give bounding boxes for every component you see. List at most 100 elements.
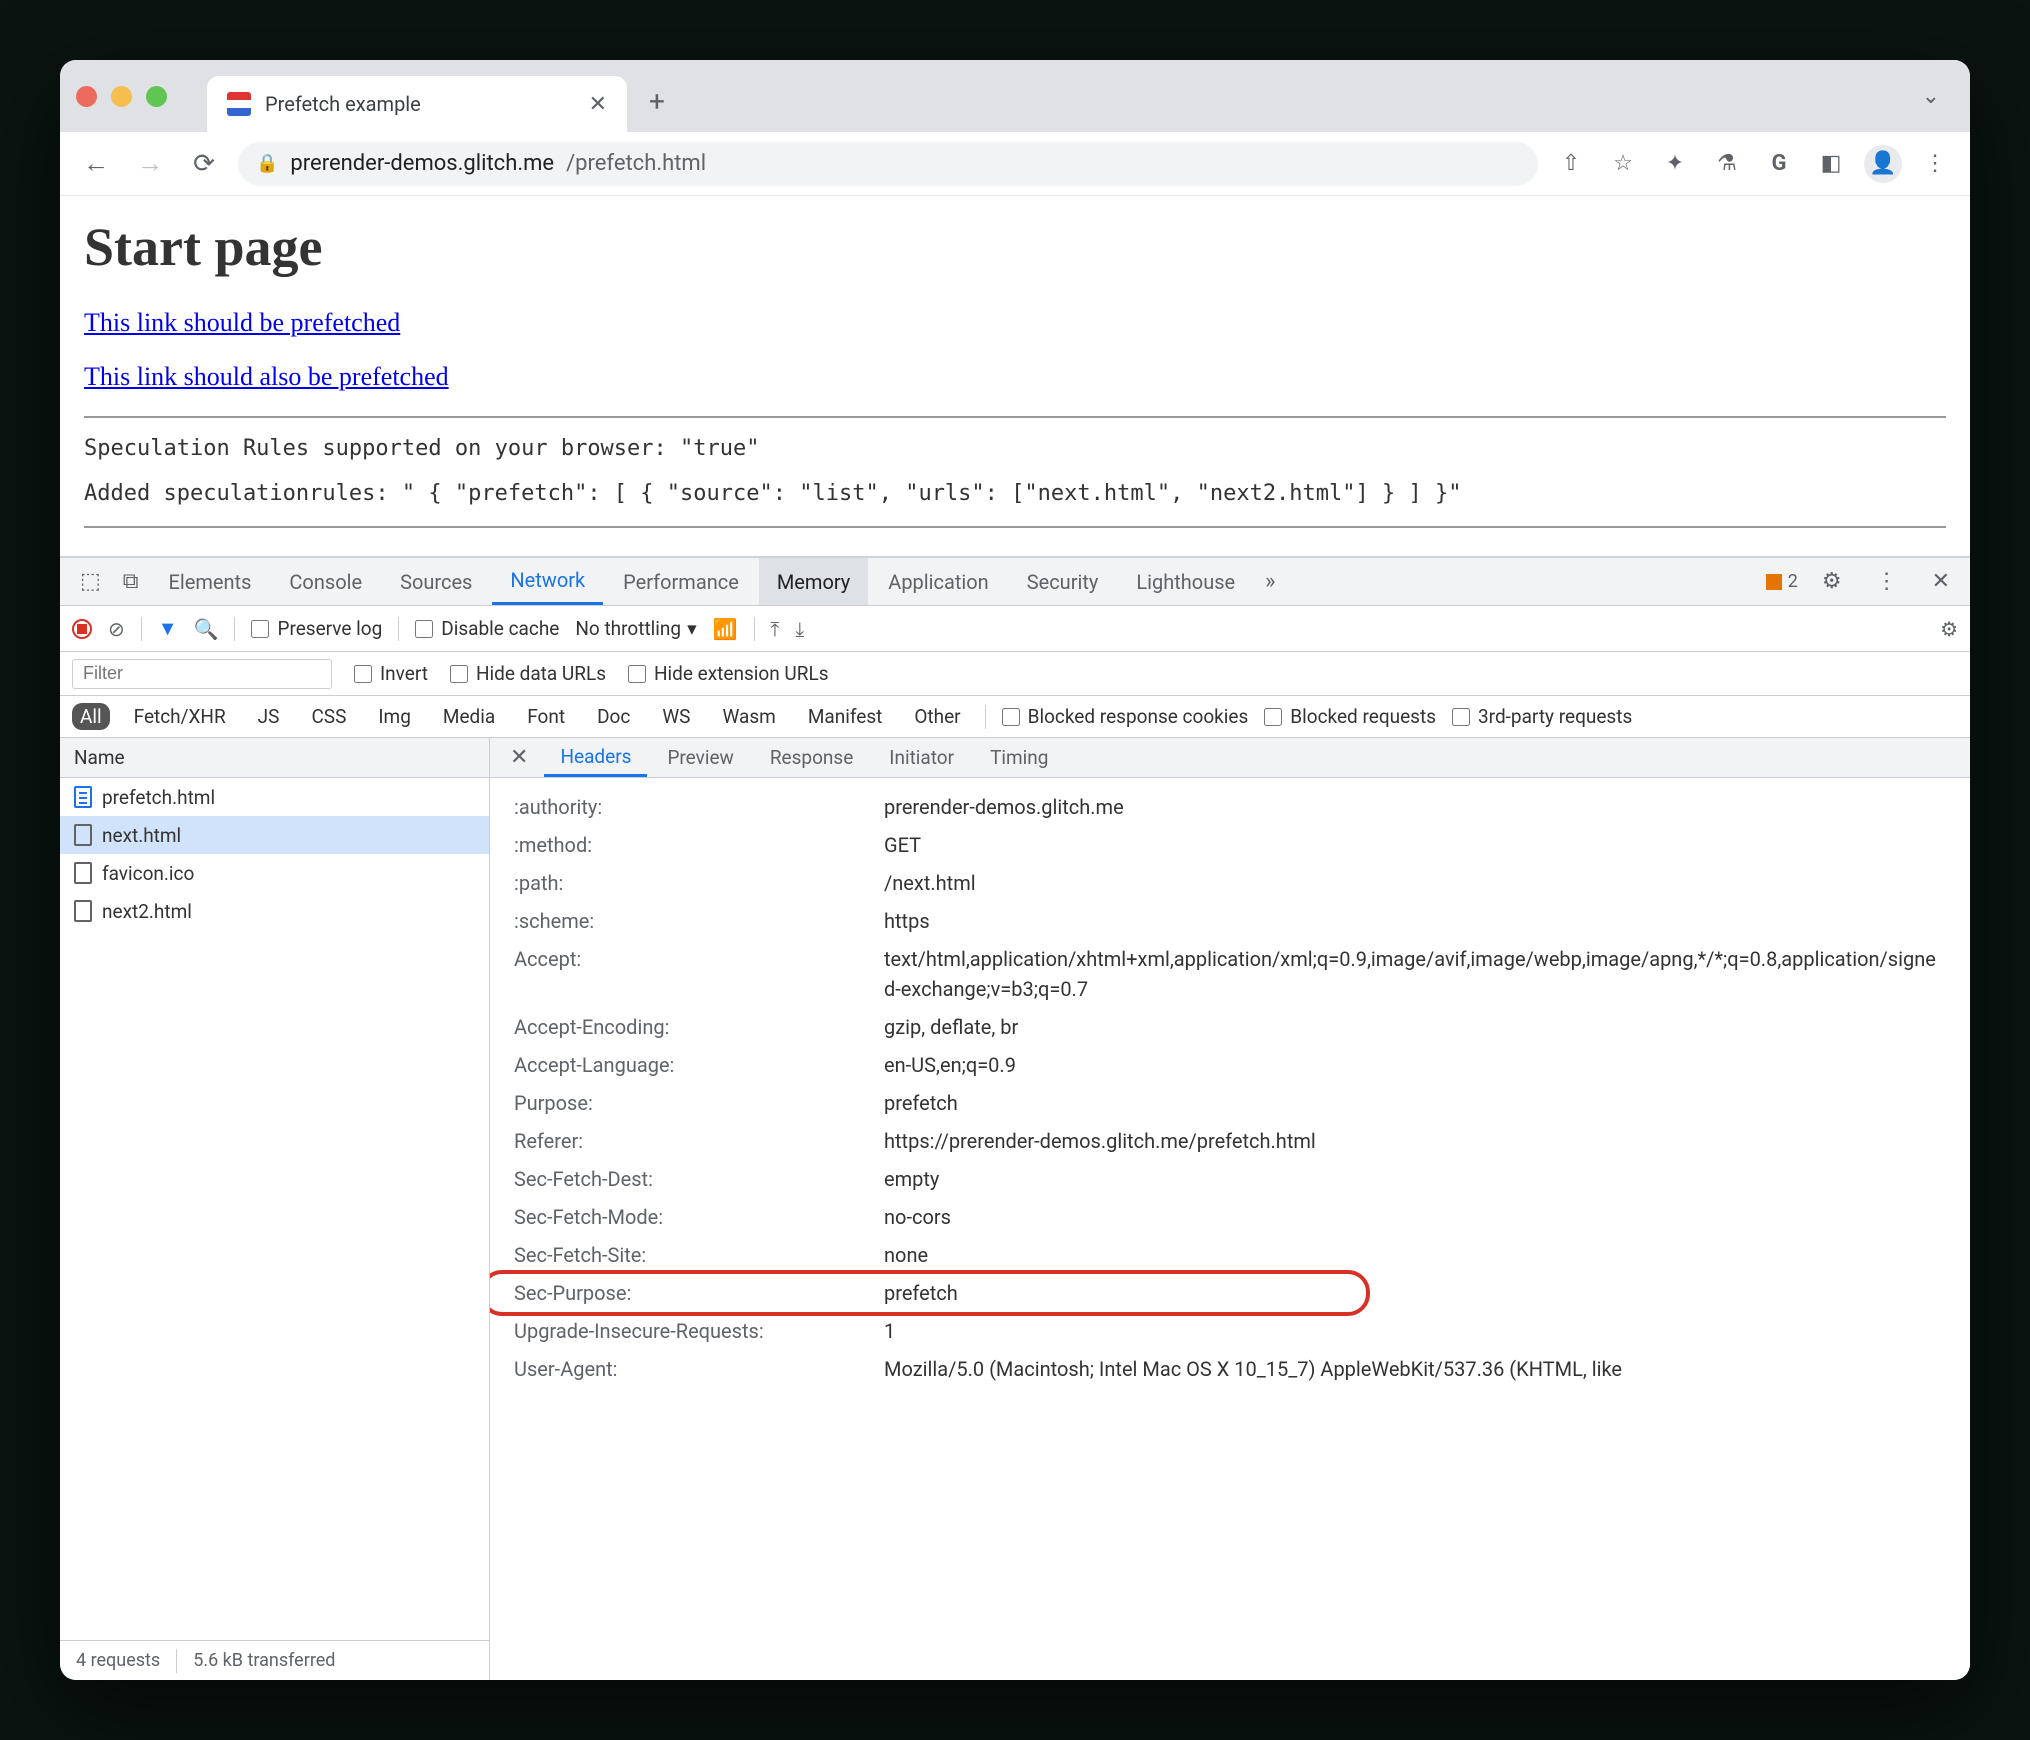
extensions-icon[interactable]: ✦ (1656, 145, 1694, 183)
share-icon[interactable]: ⇧ (1552, 145, 1590, 183)
close-devtools-icon[interactable]: ✕ (1922, 569, 1960, 594)
close-tab-button[interactable]: ✕ (589, 92, 607, 117)
google-icon[interactable]: G (1760, 145, 1798, 183)
transfer-size: 5.6 kB transferred (177, 1650, 351, 1671)
network-toolbar: ⊘ ▼ 🔍 Preserve log Disable cache No thro… (60, 606, 1970, 652)
header-value: 1 (884, 1316, 895, 1346)
inspect-icon[interactable]: ⬚ (70, 558, 111, 605)
invert-checkbox[interactable]: Invert (354, 662, 428, 685)
prefetch-link-2[interactable]: This link should also be prefetched (84, 362, 1946, 392)
type-chip-other[interactable]: Other (906, 703, 968, 730)
new-tab-button[interactable]: + (637, 81, 677, 121)
header-name: User-Agent: (514, 1354, 884, 1384)
type-chip-media[interactable]: Media (435, 703, 503, 730)
preserve-log-checkbox[interactable]: Preserve log (251, 617, 382, 640)
panel-tab-elements[interactable]: Elements (151, 558, 270, 605)
request-row[interactable]: next.html (60, 816, 489, 854)
blocked-cookies-checkbox[interactable]: Blocked response cookies (1002, 705, 1249, 728)
toolbar: ← → ⟳ 🔒 prerender-demos.glitch.me/prefet… (60, 132, 1970, 196)
maximize-window-button[interactable] (146, 86, 167, 107)
labs-icon[interactable]: ⚗ (1708, 145, 1746, 183)
settings-icon[interactable]: ⚙ (1812, 569, 1852, 594)
header-row: Sec-Fetch-Site:none (490, 1236, 1970, 1274)
file-icon (74, 824, 92, 846)
type-chip-js[interactable]: JS (250, 703, 288, 730)
record-button[interactable] (72, 619, 92, 639)
warnings-badge[interactable]: 2 (1766, 571, 1798, 592)
side-panel-icon[interactable]: ◧ (1812, 145, 1850, 183)
bookmark-icon[interactable]: ☆ (1604, 145, 1642, 183)
reload-button[interactable]: ⟳ (184, 144, 224, 184)
clear-button[interactable]: ⊘ (108, 617, 125, 641)
panel-tab-console[interactable]: Console (271, 558, 380, 605)
network-conditions-icon[interactable]: 📶 (713, 617, 738, 641)
close-window-button[interactable] (76, 86, 97, 107)
detail-tab-response[interactable]: Response (754, 738, 869, 777)
devtools-menu-icon[interactable]: ⋮ (1866, 569, 1908, 594)
file-icon (74, 862, 92, 884)
type-chip-ws[interactable]: WS (654, 703, 698, 730)
header-row: Referer:https://prerender-demos.glitch.m… (490, 1122, 1970, 1160)
url-host: prerender-demos.glitch.me (290, 151, 554, 176)
header-value: prefetch (884, 1278, 958, 1308)
export-har-icon[interactable]: ⤓ (795, 617, 804, 641)
third-party-checkbox[interactable]: 3rd-party requests (1452, 705, 1632, 728)
headers-pane[interactable]: :authority:prerender-demos.glitch.me:met… (490, 778, 1970, 1680)
profile-avatar[interactable]: 👤 (1864, 145, 1902, 183)
header-value: GET (884, 830, 921, 860)
throttling-select[interactable]: No throttling ▾ (575, 617, 696, 640)
request-row[interactable]: prefetch.html (60, 778, 489, 816)
devtools: ⬚ ⧉ ElementsConsoleSourcesNetworkPerform… (60, 556, 1970, 1680)
page-heading: Start page (84, 216, 1946, 278)
disable-cache-checkbox[interactable]: Disable cache (415, 617, 559, 640)
hide-extension-urls-checkbox[interactable]: Hide extension URLs (628, 662, 829, 685)
import-har-icon[interactable]: ⤒ (771, 617, 780, 641)
close-detail-button[interactable]: ✕ (498, 738, 540, 777)
panel-tab-network[interactable]: Network (492, 558, 603, 605)
hide-data-urls-checkbox[interactable]: Hide data URLs (450, 662, 606, 685)
type-chip-wasm[interactable]: Wasm (714, 703, 783, 730)
panel-tab-lighthouse[interactable]: Lighthouse (1118, 558, 1253, 605)
header-name: :authority: (514, 792, 884, 822)
detail-tab-preview[interactable]: Preview (651, 738, 749, 777)
more-tabs-icon[interactable]: » (1255, 558, 1285, 605)
minimize-window-button[interactable] (111, 86, 132, 107)
type-chip-doc[interactable]: Doc (589, 703, 638, 730)
prefetch-link-1[interactable]: This link should be prefetched (84, 308, 1946, 338)
panel-tab-performance[interactable]: Performance (605, 558, 757, 605)
header-row: Sec-Purpose:prefetch (490, 1274, 1970, 1312)
filter-toggle-icon[interactable]: ▼ (158, 616, 178, 641)
header-value: text/html,application/xhtml+xml,applicat… (884, 944, 1946, 1004)
support-text: Speculation Rules supported on your brow… (84, 436, 1946, 461)
type-chip-css[interactable]: CSS (303, 703, 354, 730)
panel-tab-security[interactable]: Security (1009, 558, 1117, 605)
type-chip-manifest[interactable]: Manifest (800, 703, 891, 730)
request-row[interactable]: favicon.ico (60, 854, 489, 892)
type-chip-fetch-xhr[interactable]: Fetch/XHR (126, 703, 234, 730)
browser-tab[interactable]: Prefetch example ✕ (207, 76, 627, 132)
type-chip-img[interactable]: Img (370, 703, 419, 730)
detail-tab-initiator[interactable]: Initiator (873, 738, 970, 777)
filter-input[interactable] (72, 659, 332, 689)
type-chip-font[interactable]: Font (519, 703, 573, 730)
device-toolbar-icon[interactable]: ⧉ (113, 558, 149, 605)
file-icon (74, 900, 92, 922)
kebab-menu-icon[interactable]: ⋮ (1916, 145, 1954, 183)
panel-tab-sources[interactable]: Sources (382, 558, 490, 605)
type-chip-all[interactable]: All (72, 703, 110, 730)
panel-tab-memory[interactable]: Memory (759, 558, 868, 605)
address-bar[interactable]: 🔒 prerender-demos.glitch.me/prefetch.htm… (238, 142, 1538, 186)
lock-icon: 🔒 (256, 153, 278, 174)
blocked-requests-checkbox[interactable]: Blocked requests (1264, 705, 1436, 728)
panel-tab-application[interactable]: Application (870, 558, 1006, 605)
tabs-menu-button[interactable]: ⌄ (1908, 76, 1954, 117)
search-icon[interactable]: 🔍 (194, 617, 219, 641)
detail-tab-headers[interactable]: Headers (544, 738, 647, 777)
header-row: Accept-Encoding:gzip, deflate, br (490, 1008, 1970, 1046)
detail-tab-timing[interactable]: Timing (974, 738, 1064, 777)
network-settings-icon[interactable]: ⚙ (1940, 617, 1958, 641)
header-value: en-US,en;q=0.9 (884, 1050, 1016, 1080)
forward-button[interactable]: → (130, 144, 170, 184)
back-button[interactable]: ← (76, 144, 116, 184)
request-row[interactable]: next2.html (60, 892, 489, 930)
